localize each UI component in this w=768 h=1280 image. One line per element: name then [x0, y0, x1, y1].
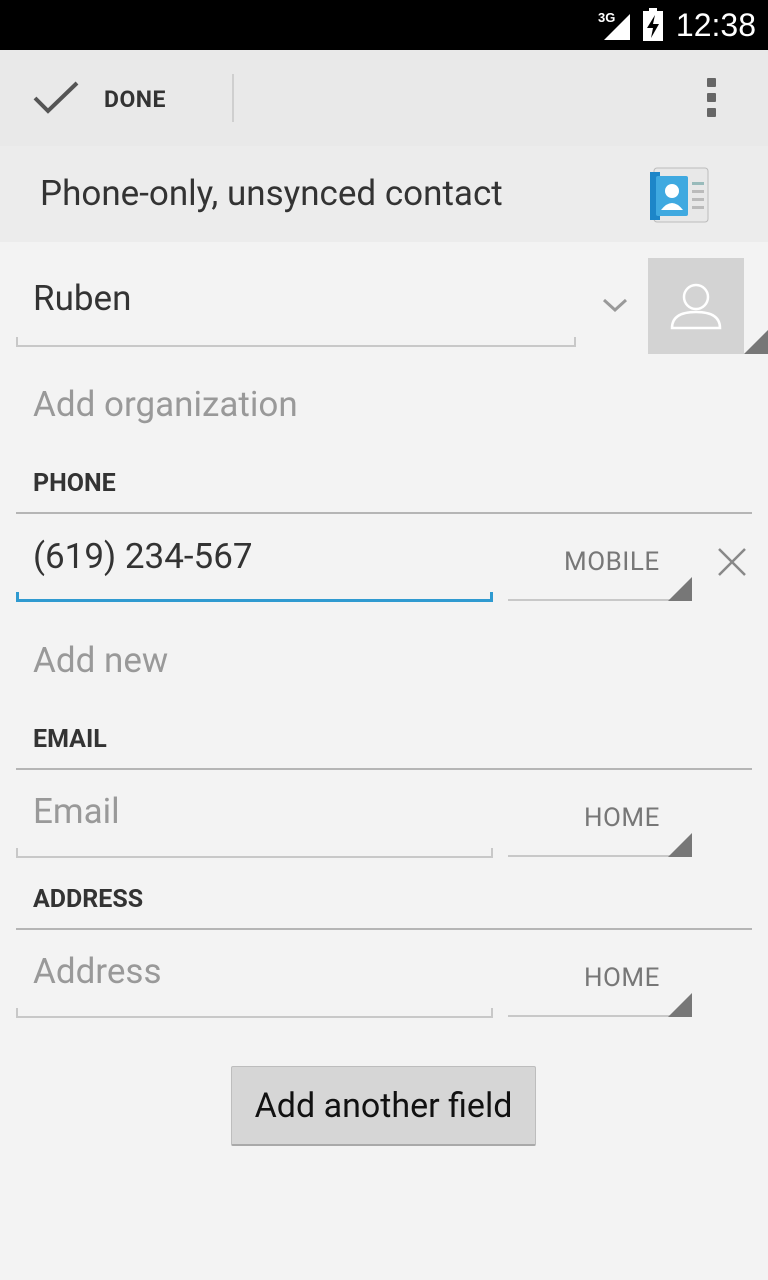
signal-3g-icon: 3G — [598, 10, 630, 40]
name-field[interactable]: Ruben — [33, 278, 131, 319]
phone-section-header: PHONE — [33, 469, 116, 498]
phone-type-label: MOBILE — [564, 547, 660, 577]
phone-input[interactable]: (619) 234-567 — [33, 536, 253, 577]
email-type-underline — [508, 855, 692, 857]
email-type-corner — [668, 833, 692, 857]
email-type-label: HOME — [584, 803, 660, 833]
address-section-header: ADDRESS — [33, 885, 144, 914]
done-label: DONE — [104, 86, 166, 113]
chevron-down-icon[interactable] — [600, 296, 630, 316]
photo-corner-indicator — [744, 330, 768, 354]
add-organization-link[interactable]: Add organization — [33, 384, 298, 425]
address-input-underline — [16, 1008, 493, 1018]
email-section-divider — [16, 768, 752, 770]
done-button[interactable]: DONE — [0, 50, 234, 146]
delete-phone-icon[interactable] — [714, 544, 750, 580]
battery-charging-icon — [643, 8, 663, 41]
clock: 12:38 — [675, 7, 756, 43]
add-another-field-button[interactable]: Add another field — [231, 1066, 536, 1146]
action-bar-divider — [232, 74, 234, 122]
account-header: Phone-only, unsynced contact — [0, 146, 768, 242]
phone-type-underline — [508, 599, 692, 601]
phone-section-divider — [16, 512, 752, 514]
avatar-placeholder-icon — [670, 283, 722, 330]
checkmark-icon — [33, 81, 79, 114]
address-type-underline — [508, 1015, 692, 1017]
phone-input-underline — [16, 592, 493, 602]
contact-photo[interactable] — [648, 258, 744, 354]
address-section-divider — [16, 928, 752, 930]
action-bar: DONE — [0, 50, 768, 146]
email-input[interactable]: Email — [33, 791, 120, 832]
contacts-app-icon — [650, 167, 709, 223]
status-bar: 3G 12:38 — [0, 0, 768, 50]
address-type-corner — [668, 993, 692, 1017]
account-title: Phone-only, unsynced contact — [40, 173, 503, 214]
name-field-underline — [16, 337, 576, 347]
phone-type-corner — [668, 577, 692, 601]
address-type-label: HOME — [584, 963, 660, 993]
svg-text:3G: 3G — [598, 10, 615, 25]
address-input[interactable]: Address — [33, 951, 162, 992]
email-input-underline — [16, 848, 493, 858]
overflow-menu-icon[interactable] — [692, 78, 732, 118]
email-section-header: EMAIL — [33, 725, 107, 754]
add-new-phone-link[interactable]: Add new — [33, 640, 168, 681]
